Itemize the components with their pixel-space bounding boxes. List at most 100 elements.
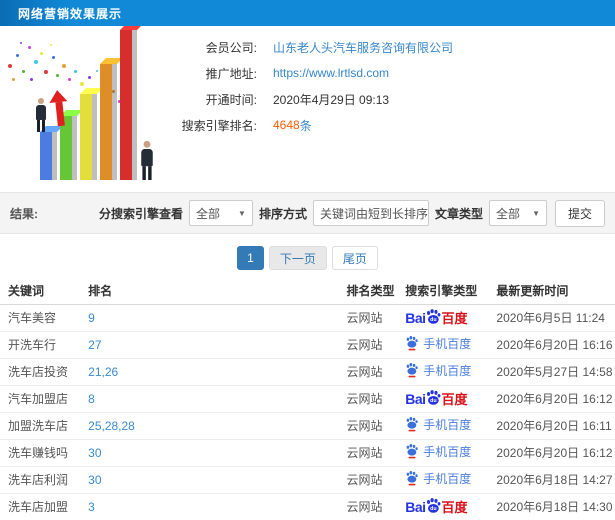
table-row: 加盟洗车店 25,28,28 云网站 Bai du: [0, 412, 615, 440]
updated-time-cell: 2020年6月18日 14:27: [496, 473, 613, 487]
member-company-label: 会员公司:: [205, 40, 257, 55]
engine-rank-unit: 条: [299, 118, 312, 133]
keyword-cell: 洗车店利润: [8, 473, 69, 487]
open-time-value: 2020年4月29日 09:13: [273, 92, 390, 107]
baidu-mobile-icon: 手机百度: [405, 470, 471, 487]
sort-filter-label: 排序方式: [258, 206, 307, 221]
engine-select[interactable]: 全部 ▼: [188, 200, 253, 226]
rank-link[interactable]: 30: [88, 446, 101, 460]
member-company-row: 会员公司: 山东老人头汽车服务咨询有限公司: [162, 34, 453, 60]
table-row: 开洗车行 27 云网站 Bai du: [0, 331, 615, 359]
rank-type-cell: 云网站: [346, 500, 383, 514]
table-row: 洗车赚钱吗 30 云网站 Bai du: [0, 439, 615, 467]
baidu-paw-icon: du: [426, 308, 440, 324]
baidu-mobile-icon: 手机百度: [405, 362, 471, 379]
rank-type-cell: 云网站: [346, 338, 383, 352]
rank-type-cell: 云网站: [346, 365, 383, 379]
updated-time-cell: 2020年6月18日 14:30: [496, 500, 613, 514]
header-updated: 最新更新时间: [496, 278, 615, 305]
updated-time-cell: 2020年5月27日 14:58: [496, 365, 613, 379]
header-rank-type: 排名类型: [346, 278, 406, 305]
svg-text:du: du: [430, 506, 436, 512]
engine-rank-label: 搜索引擎排名:: [181, 118, 257, 133]
filter-controls: 分搜索引擎查看 全部 ▼ 排序方式 关键词由短到长排序 ▼ 文章类型 全部 ▼ 提交: [93, 199, 605, 227]
baidu-mobile-icon: 手机百度: [405, 416, 471, 433]
mobile-baidu-paw-icon: [406, 336, 418, 351]
promo-url-link[interactable]: https://www.lrtlsd.com: [273, 66, 389, 80]
svg-text:du: du: [430, 317, 436, 323]
rank-link[interactable]: 9: [88, 311, 95, 325]
engine-rank-row: 搜索引擎排名: 4648 条: [162, 112, 453, 138]
chevron-down-icon: ▼: [532, 208, 540, 218]
page: 网络营销效果展示 会员公司: 山东老人头汽车服务咨询有限公司 推广地址: htt…: [0, 0, 615, 520]
table-row: 洗车店加盟 3 云网站 Bai du 百度 2020年6月18日 14:30: [0, 493, 615, 520]
table-header-row: 关键词 排名 排名类型 搜索引擎类型 最新更新时间: [0, 278, 615, 305]
info-rows: 会员公司: 山东老人头汽车服务咨询有限公司 推广地址: https://www.…: [162, 26, 453, 190]
updated-time-cell: 2020年6月20日 16:16: [496, 338, 613, 352]
rank-link[interactable]: 21,26: [88, 365, 118, 379]
keyword-cell: 加盟洗车店: [8, 419, 69, 433]
engine-filter-label: 分搜索引擎查看: [98, 206, 183, 221]
pagination: 1 下一页 尾页: [0, 246, 615, 270]
svg-text:du: du: [430, 398, 436, 404]
baidu-logo: Bai du 百度: [405, 389, 468, 407]
baidu-mobile-icon: 手机百度: [405, 443, 471, 460]
mobile-baidu-paw-icon: [406, 363, 418, 378]
rank-type-cell: 云网站: [346, 392, 383, 406]
rank-link[interactable]: 27: [88, 338, 101, 352]
keyword-cell: 洗车店投资: [8, 365, 69, 379]
baidu-paw-icon: du: [426, 497, 440, 513]
sort-select[interactable]: 关键词由短到长排序 ▼: [312, 200, 442, 226]
keyword-cell: 洗车店加盟: [8, 500, 69, 514]
article-type-select[interactable]: 全部 ▼: [488, 200, 547, 226]
updated-time-cell: 2020年6月20日 16:11: [496, 419, 612, 433]
rank-link[interactable]: 3: [88, 500, 95, 514]
businessman-figure: [138, 140, 156, 180]
rank-link[interactable]: 8: [88, 392, 95, 406]
promo-url-label: 推广地址:: [205, 66, 257, 81]
growth-chart-illustration: [0, 26, 162, 190]
keyword-cell: 汽车美容: [8, 311, 57, 325]
updated-time-cell: 2020年6月20日 16:12: [496, 392, 613, 406]
rank-type-cell: 云网站: [346, 473, 383, 487]
table-row: 汽车加盟店 8 云网站 Bai du 百度 2020年6月20日 16:12: [0, 385, 615, 413]
baidu-mobile-icon: 手机百度: [405, 335, 471, 352]
page-1-button[interactable]: 1: [237, 246, 264, 270]
baidu-logo: Bai du 百度: [405, 497, 468, 515]
promo-url-row: 推广地址: https://www.lrtlsd.com: [162, 60, 453, 86]
chevron-down-icon: ▼: [238, 208, 246, 218]
table-row: 汽车美容 9 云网站 Bai du 百度 2020年6月5日 11:24: [0, 304, 615, 332]
page-title: 网络营销效果展示: [18, 6, 123, 21]
baidu-paw-icon: du: [426, 389, 440, 405]
businessman-figure: [33, 98, 49, 132]
results-label: 结果:: [10, 206, 38, 221]
submit-button[interactable]: 提交: [554, 199, 605, 227]
keyword-cell: 洗车赚钱吗: [8, 446, 69, 460]
open-time-label: 开通时间:: [205, 92, 257, 107]
table-row: 洗车店利润 30 云网站 Bai du: [0, 466, 615, 494]
rank-type-cell: 云网站: [346, 446, 383, 460]
member-company-link[interactable]: 山东老人头汽车服务咨询有限公司: [273, 39, 453, 56]
filter-bar: 结果: 分搜索引擎查看 全部 ▼ 排序方式 关键词由短到长排序 ▼ 文章类型 全部 ▼…: [0, 192, 615, 234]
table-row: 洗车店投资 21,26 云网站 Bai du: [0, 358, 615, 386]
next-page-button[interactable]: 下一页: [268, 246, 327, 270]
engine-rank-count: 4648: [273, 118, 300, 132]
up-arrow-icon: [48, 89, 70, 127]
open-time-row: 开通时间: 2020年4月29日 09:13: [162, 86, 453, 112]
rank-link[interactable]: 30: [88, 473, 101, 487]
mobile-baidu-paw-icon: [406, 471, 418, 486]
header-bar: 网络营销效果展示: [0, 0, 615, 26]
info-section: 会员公司: 山东老人头汽车服务咨询有限公司 推广地址: https://www.…: [0, 26, 615, 190]
updated-time-cell: 2020年6月5日 11:24: [496, 311, 605, 325]
keywords-table: 关键词 排名 排名类型 搜索引擎类型 最新更新时间 汽车美容 9 云网站 Bai: [0, 278, 615, 520]
rank-type-cell: 云网站: [346, 419, 383, 433]
baidu-logo: Bai du 百度: [405, 308, 468, 326]
rank-type-cell: 云网站: [346, 311, 383, 325]
keyword-cell: 开洗车行: [8, 338, 57, 352]
mobile-baidu-paw-icon: [406, 417, 418, 432]
header-rank: 排名: [88, 278, 347, 305]
last-page-button[interactable]: 尾页: [331, 246, 378, 270]
rank-link[interactable]: 25,28,28: [88, 419, 135, 433]
mobile-baidu-paw-icon: [406, 444, 418, 459]
article-type-filter-label: 文章类型: [434, 206, 483, 221]
